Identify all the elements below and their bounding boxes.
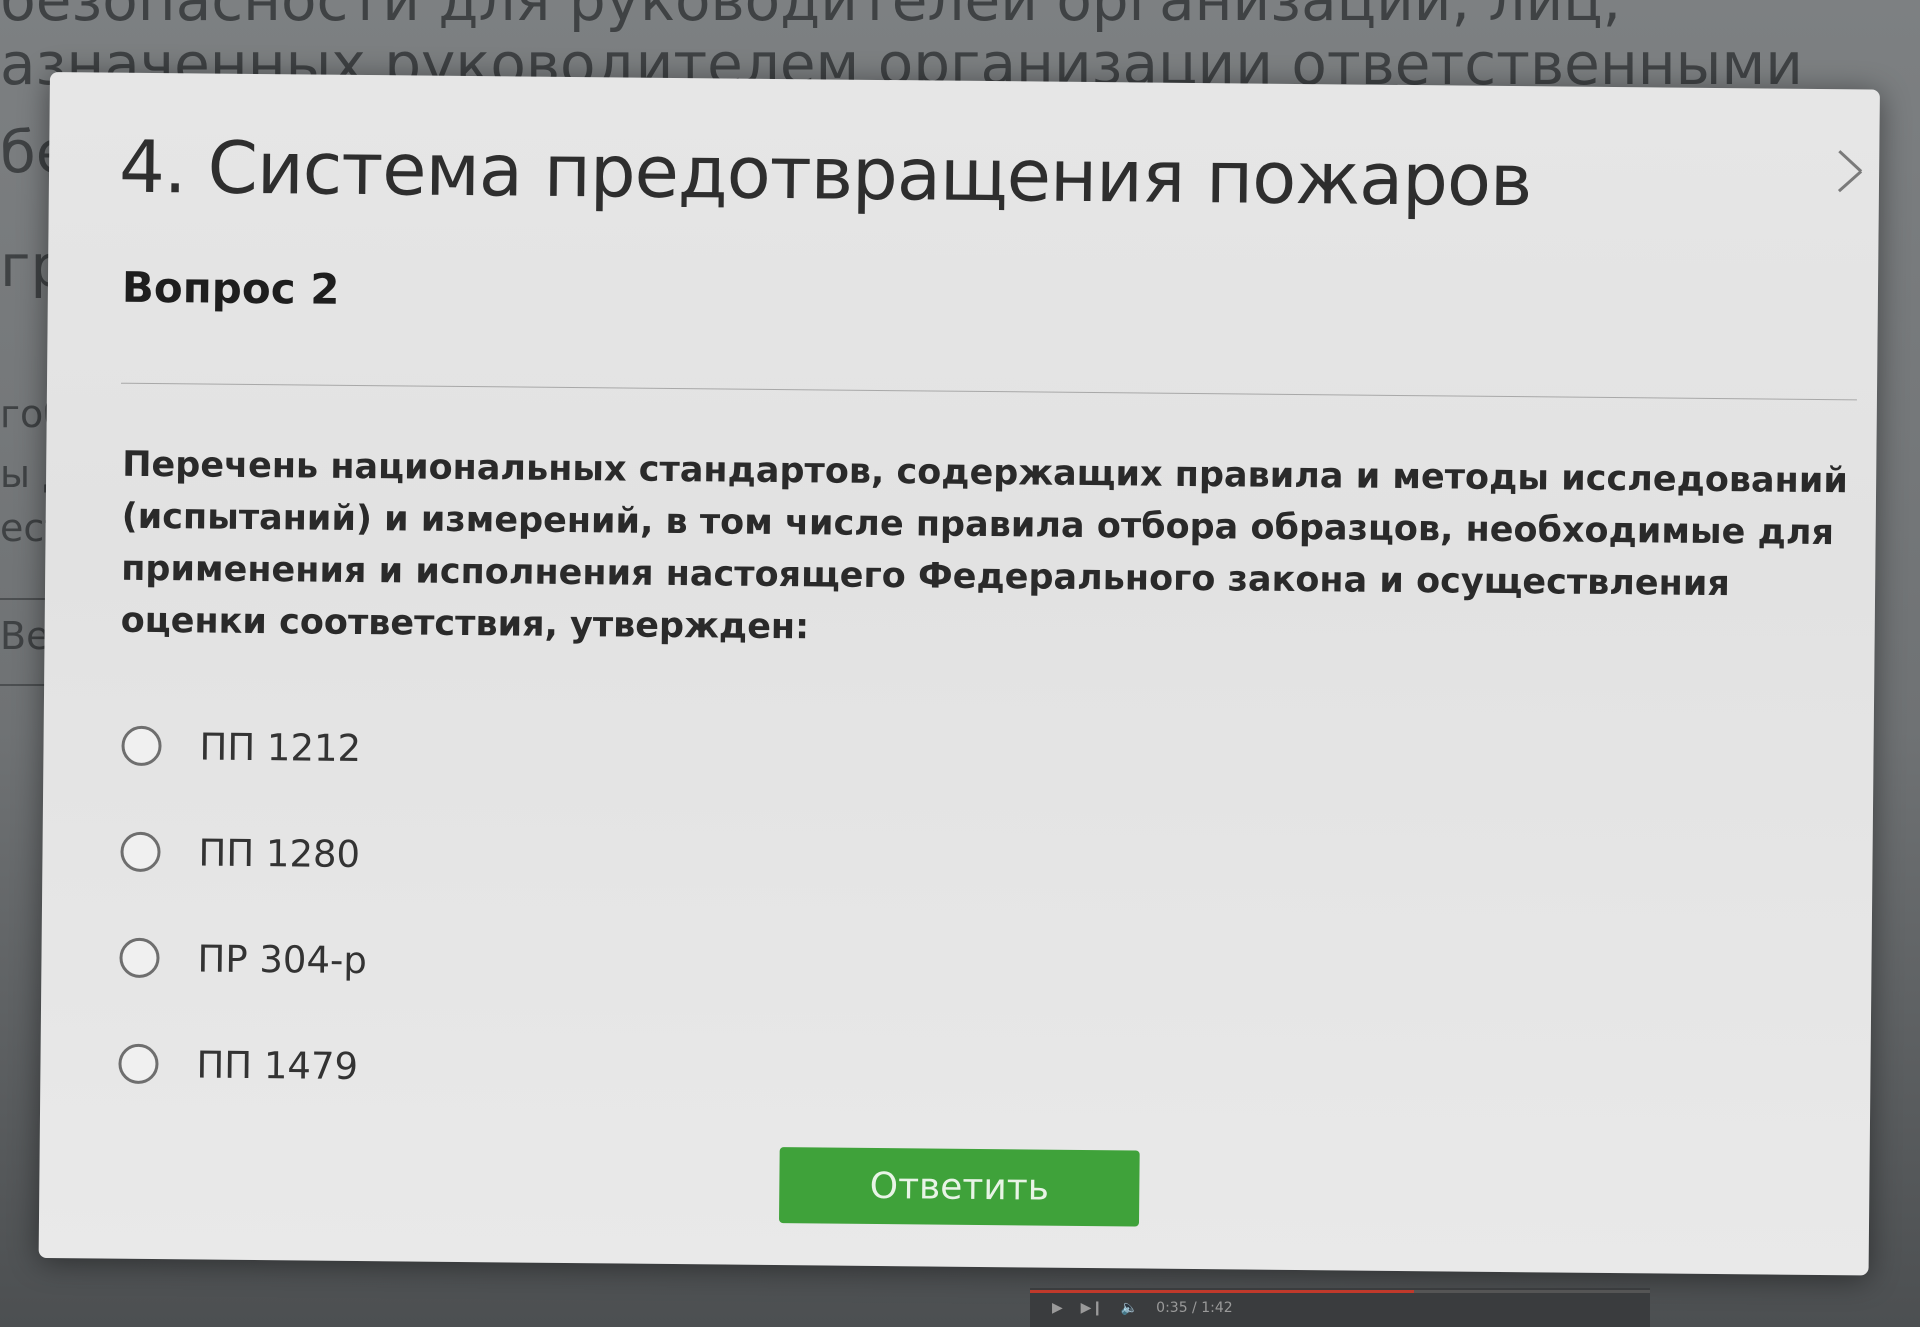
media-control-bar: ▶ ▶❙ 🔈 0:35 / 1:42 [1030, 1288, 1650, 1327]
answer-list: ПП 1212 ПП 1280 ПР 304-р ПП 1479 [118, 693, 922, 1125]
answer-option[interactable]: ПР 304-р [119, 905, 920, 1019]
answer-label: ПП 1479 [196, 1042, 359, 1088]
media-progress-fill [1030, 1290, 1415, 1293]
quiz-modal: 4. Система предотвращения пожаров Вопрос… [38, 72, 1880, 1276]
question-text: Перечень национальных стандартов, содерж… [120, 444, 1849, 648]
radio-button[interactable] [118, 1043, 159, 1085]
question-number: Вопрос 2 [121, 262, 340, 314]
radio-button[interactable] [119, 937, 160, 979]
page-title: 4. Система предотвращения пожаров [118, 124, 1532, 223]
media-controls: ▶ ▶❙ 🔈 0:35 / 1:42 [1052, 1300, 1233, 1316]
answer-label: ПР 304-р [197, 936, 368, 982]
submit-button[interactable]: Ответить [778, 1147, 1140, 1227]
play-icon[interactable]: ▶ [1052, 1300, 1063, 1316]
volume-icon[interactable]: 🔈 [1121, 1300, 1138, 1316]
answer-label: ПП 1280 [198, 830, 361, 876]
answer-option[interactable]: ПП 1212 [121, 693, 922, 807]
close-button[interactable] [1821, 141, 1873, 193]
media-time: 0:35 / 1:42 [1156, 1300, 1233, 1316]
media-progress-track[interactable] [1030, 1290, 1650, 1293]
background-text-line: безопасности для руководителей организац… [0, 0, 1622, 34]
radio-button[interactable] [120, 831, 161, 873]
close-icon [1837, 150, 1863, 193]
divider [121, 382, 1857, 401]
answer-label: ПП 1212 [199, 724, 362, 770]
answer-option[interactable]: ПП 1280 [120, 799, 921, 913]
next-icon[interactable]: ▶❙ [1081, 1300, 1104, 1316]
radio-button[interactable] [121, 725, 162, 767]
answer-option[interactable]: ПП 1479 [118, 1011, 919, 1125]
